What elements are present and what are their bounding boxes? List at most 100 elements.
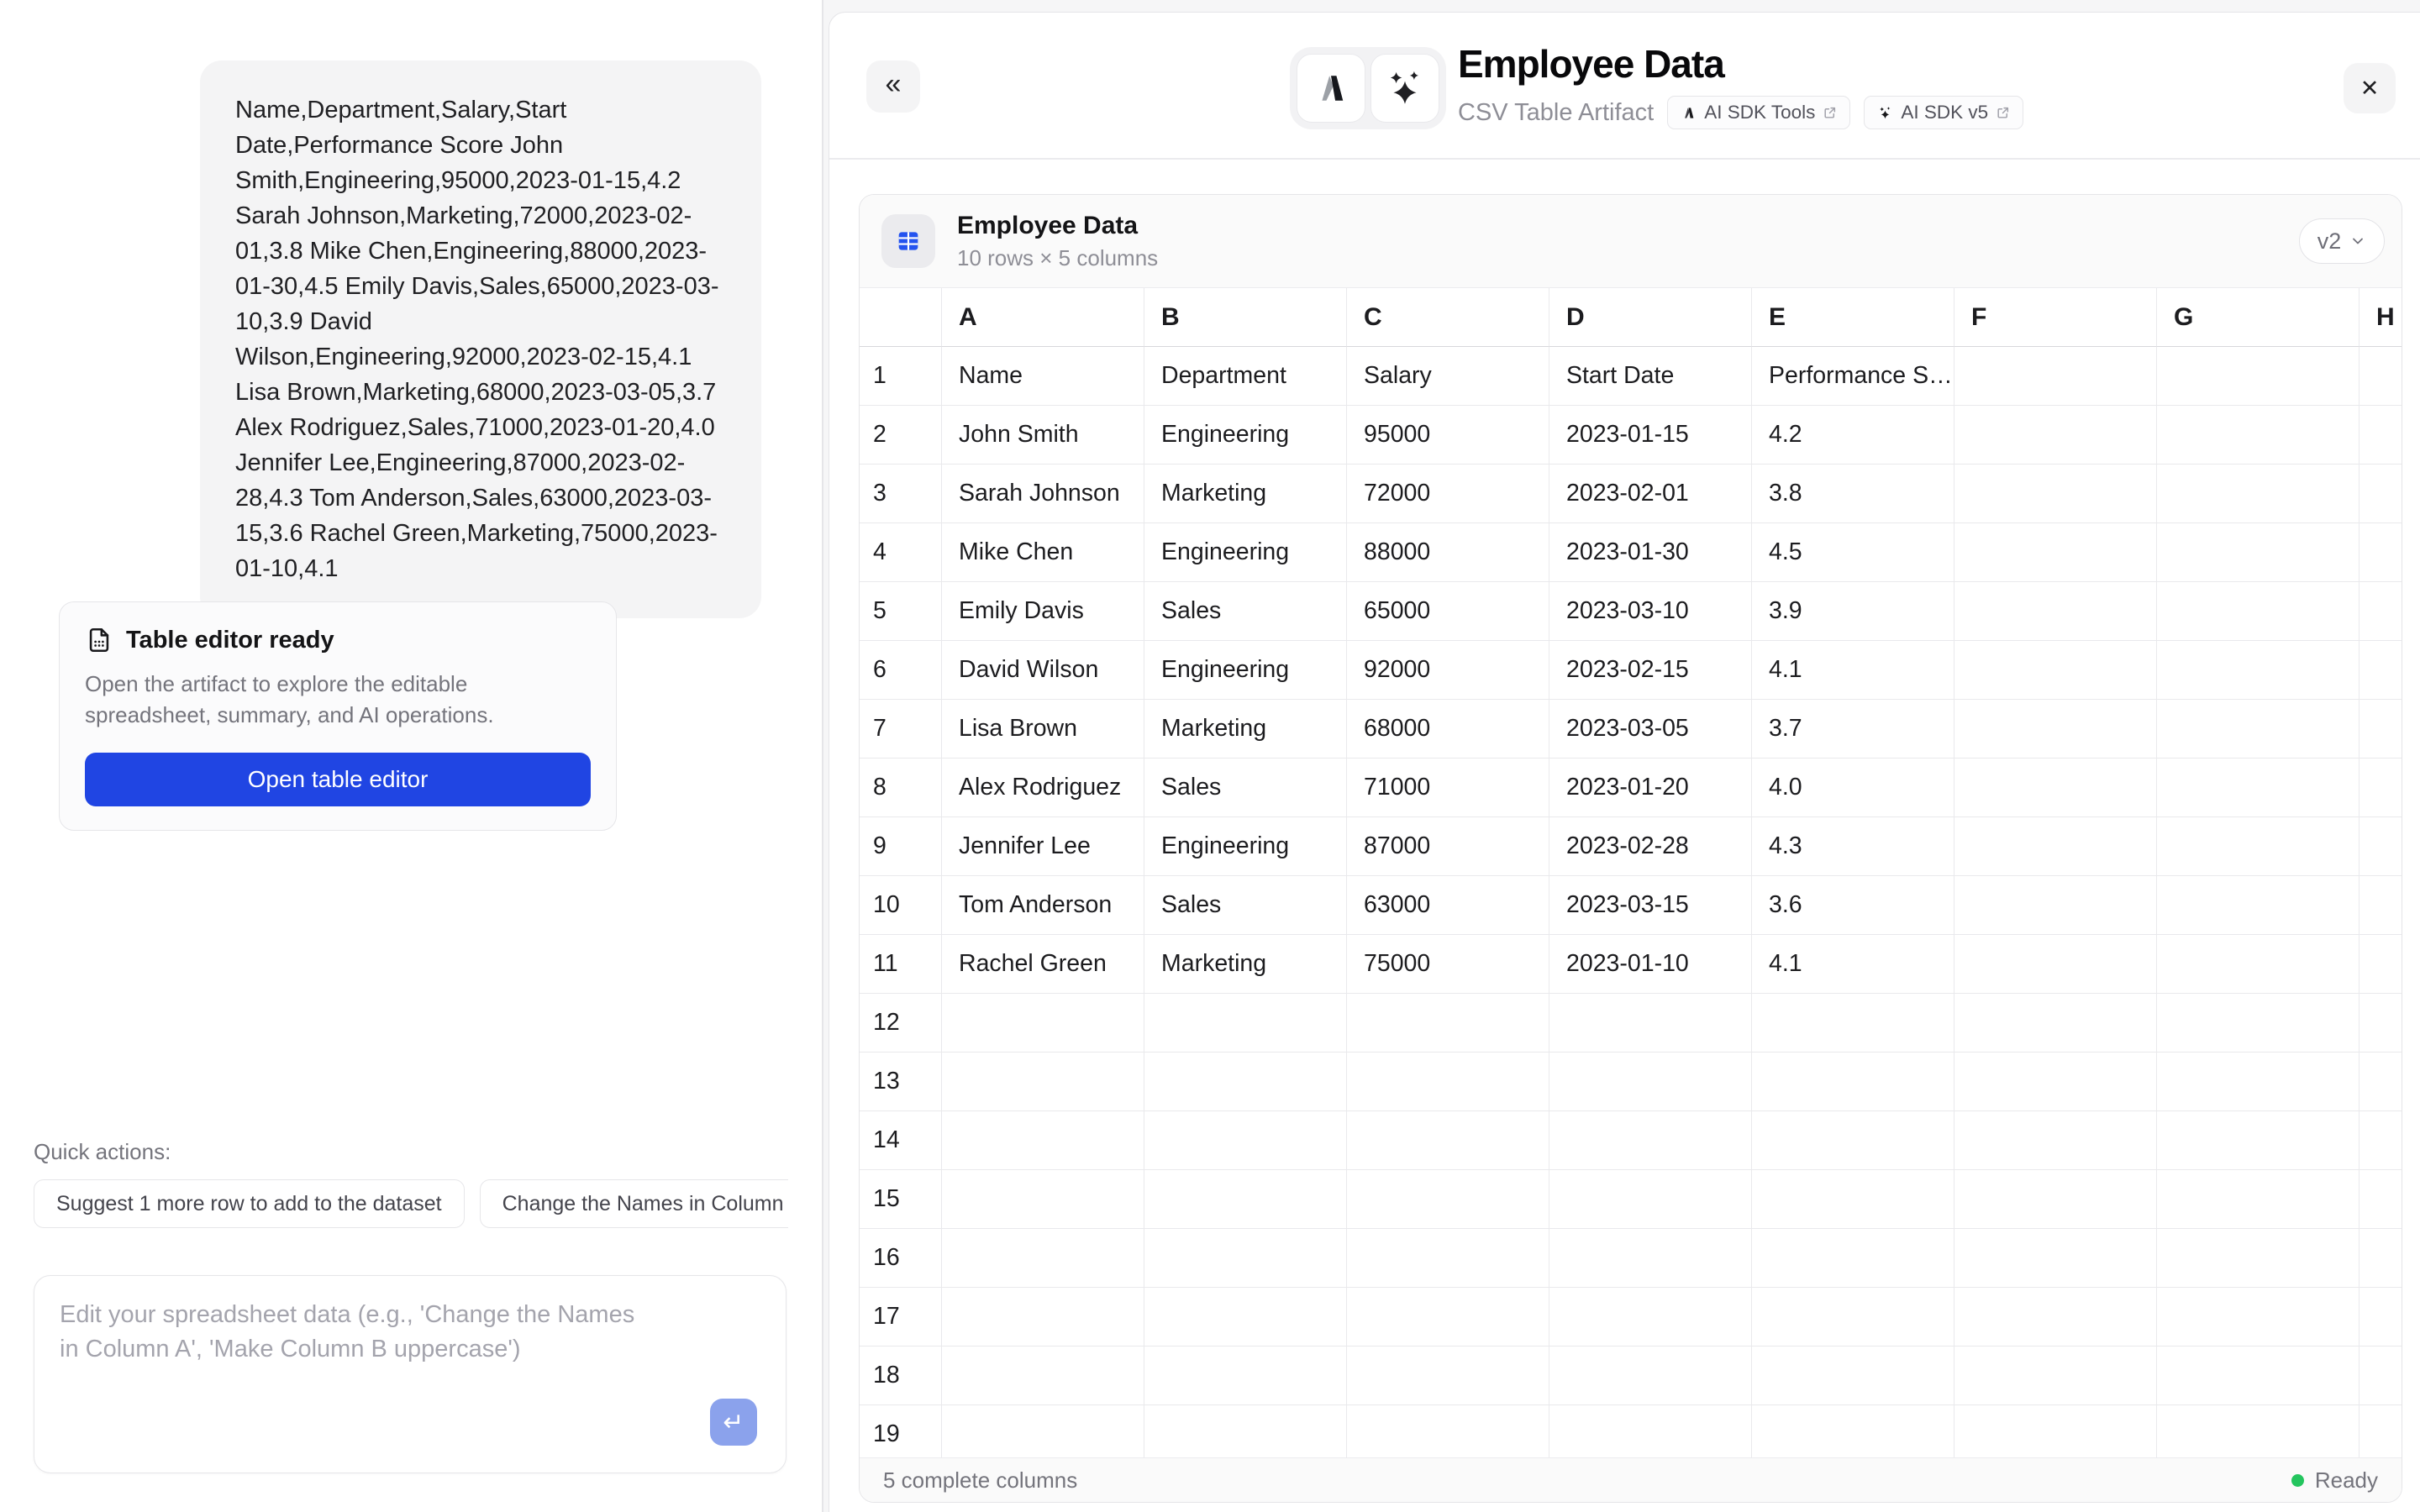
spreadsheet-cell[interactable]	[1954, 1170, 2157, 1229]
spreadsheet-cell[interactable]	[942, 1405, 1144, 1457]
spreadsheet-cell[interactable]	[1347, 1170, 1549, 1229]
spreadsheet-cell[interactable]: Marketing	[1144, 935, 1347, 994]
spreadsheet-cell[interactable]	[1954, 1111, 2157, 1170]
spreadsheet-cell[interactable]: 2023-01-30	[1549, 523, 1752, 582]
spreadsheet-area[interactable]: ABCDEFGH1NameDepartmentSalaryStart DateP…	[860, 288, 2402, 1457]
spreadsheet-cell[interactable]: 4.1	[1752, 641, 1954, 700]
spreadsheet-cell[interactable]	[1954, 759, 2157, 817]
spreadsheet-cell[interactable]	[2157, 1347, 2360, 1405]
row-number-cell[interactable]: 19	[860, 1405, 942, 1457]
spreadsheet-cell[interactable]	[1347, 1229, 1549, 1288]
quick-action-change-names[interactable]: Change the Names in Column A	[480, 1179, 788, 1228]
spreadsheet-cell[interactable]	[1752, 1111, 1954, 1170]
row-number-cell[interactable]: 15	[860, 1170, 942, 1229]
spreadsheet-cell[interactable]	[1954, 465, 2157, 523]
spreadsheet-cell[interactable]: Sarah Johnson	[942, 465, 1144, 523]
spreadsheet-cell[interactable]	[2360, 700, 2402, 759]
spreadsheet-cell[interactable]: Emily Davis	[942, 582, 1144, 641]
spreadsheet-cell[interactable]	[1752, 994, 1954, 1053]
spreadsheet-cell[interactable]: Engineering	[1144, 406, 1347, 465]
spreadsheet-cell[interactable]: 2023-01-15	[1549, 406, 1752, 465]
spreadsheet-cell[interactable]	[1549, 1053, 1752, 1111]
quick-action-suggest-row[interactable]: Suggest 1 more row to add to the dataset	[34, 1179, 465, 1228]
spreadsheet-cell[interactable]	[1954, 523, 2157, 582]
spreadsheet-cell[interactable]	[1954, 1405, 2157, 1457]
row-number-cell[interactable]: 3	[860, 465, 942, 523]
spreadsheet-cell[interactable]	[2157, 935, 2360, 994]
spreadsheet-cell[interactable]: 2023-01-10	[1549, 935, 1752, 994]
spreadsheet-cell[interactable]	[2360, 406, 2402, 465]
spreadsheet-cell[interactable]	[1144, 1053, 1347, 1111]
spreadsheet-cell[interactable]: 68000	[1347, 700, 1549, 759]
spreadsheet-cell[interactable]	[2360, 1170, 2402, 1229]
spreadsheet-cell[interactable]	[2360, 523, 2402, 582]
spreadsheet-cell[interactable]	[1549, 994, 1752, 1053]
spreadsheet-cell[interactable]	[1347, 994, 1549, 1053]
spreadsheet-cell[interactable]	[1144, 1288, 1347, 1347]
row-number-cell[interactable]: 6	[860, 641, 942, 700]
row-number-cell[interactable]: 2	[860, 406, 942, 465]
row-number-cell[interactable]: 14	[860, 1111, 942, 1170]
spreadsheet-cell[interactable]: David Wilson	[942, 641, 1144, 700]
spreadsheet-cell[interactable]	[942, 1288, 1144, 1347]
column-letter-cell[interactable]: C	[1347, 288, 1549, 347]
badge-ai-sdk-v5[interactable]: AI SDK v5	[1864, 96, 2023, 129]
spreadsheet-cell[interactable]: John Smith	[942, 406, 1144, 465]
spreadsheet-cell[interactable]: Sales	[1144, 876, 1347, 935]
spreadsheet-cell[interactable]	[2360, 582, 2402, 641]
spreadsheet-cell[interactable]: 2023-03-05	[1549, 700, 1752, 759]
spreadsheet-cell[interactable]	[2360, 1405, 2402, 1457]
spreadsheet-cell[interactable]	[2157, 876, 2360, 935]
spreadsheet-cell[interactable]	[2360, 1347, 2402, 1405]
spreadsheet-cell[interactable]	[1347, 1288, 1549, 1347]
spreadsheet-cell[interactable]	[2157, 1111, 2360, 1170]
row-number-cell[interactable]: 10	[860, 876, 942, 935]
spreadsheet-cell[interactable]	[1549, 1347, 1752, 1405]
spreadsheet-cell[interactable]	[1954, 876, 2157, 935]
spreadsheet-cell[interactable]	[2157, 582, 2360, 641]
row-number-cell[interactable]: 17	[860, 1288, 942, 1347]
spreadsheet-cell[interactable]: Engineering	[1144, 523, 1347, 582]
spreadsheet-cell[interactable]: Tom Anderson	[942, 876, 1144, 935]
spreadsheet-cell[interactable]	[2360, 759, 2402, 817]
row-number-cell[interactable]: 1	[860, 347, 942, 406]
spreadsheet-cell[interactable]: 65000	[1347, 582, 1549, 641]
spreadsheet-cell[interactable]	[1954, 1053, 2157, 1111]
column-letter-cell[interactable]: D	[1549, 288, 1752, 347]
spreadsheet-cell[interactable]	[1752, 1405, 1954, 1457]
spreadsheet-cell[interactable]: Sales	[1144, 759, 1347, 817]
spreadsheet-cell[interactable]	[1954, 1347, 2157, 1405]
spreadsheet-cell[interactable]	[942, 1347, 1144, 1405]
column-letter-cell[interactable]: B	[1144, 288, 1347, 347]
spreadsheet-cell[interactable]: Rachel Green	[942, 935, 1144, 994]
spreadsheet-cell[interactable]	[2157, 994, 2360, 1053]
spreadsheet-cell[interactable]: 4.5	[1752, 523, 1954, 582]
spreadsheet-cell[interactable]: 3.6	[1752, 876, 1954, 935]
spreadsheet-cell[interactable]	[1144, 1405, 1347, 1457]
row-number-cell[interactable]: 9	[860, 817, 942, 876]
row-number-cell[interactable]: 4	[860, 523, 942, 582]
spreadsheet-cell[interactable]	[942, 1170, 1144, 1229]
spreadsheet-cell[interactable]: Department	[1144, 347, 1347, 406]
row-number-cell[interactable]: 5	[860, 582, 942, 641]
spreadsheet-cell[interactable]	[942, 994, 1144, 1053]
spreadsheet-cell[interactable]: 3.7	[1752, 700, 1954, 759]
spreadsheet-cell[interactable]: 95000	[1347, 406, 1549, 465]
spreadsheet-cell[interactable]	[1752, 1288, 1954, 1347]
spreadsheet-cell[interactable]: 4.2	[1752, 406, 1954, 465]
spreadsheet-cell[interactable]: 4.0	[1752, 759, 1954, 817]
spreadsheet-cell[interactable]	[1954, 994, 2157, 1053]
spreadsheet-cell[interactable]	[1347, 1347, 1549, 1405]
spreadsheet-cell[interactable]: 3.8	[1752, 465, 1954, 523]
spreadsheet-cell[interactable]: 88000	[1347, 523, 1549, 582]
column-letter-cell[interactable]: H	[2360, 288, 2402, 347]
spreadsheet-cell[interactable]: 75000	[1347, 935, 1549, 994]
spreadsheet-cell[interactable]	[2360, 994, 2402, 1053]
spreadsheet-cell[interactable]: 87000	[1347, 817, 1549, 876]
spreadsheet-cell[interactable]: 71000	[1347, 759, 1549, 817]
spreadsheet-cell[interactable]	[2157, 1053, 2360, 1111]
spreadsheet-cell[interactable]: Marketing	[1144, 700, 1347, 759]
spreadsheet-cell[interactable]	[1347, 1111, 1549, 1170]
spreadsheet-cell[interactable]	[2360, 935, 2402, 994]
spreadsheet-cell[interactable]	[1954, 935, 2157, 994]
